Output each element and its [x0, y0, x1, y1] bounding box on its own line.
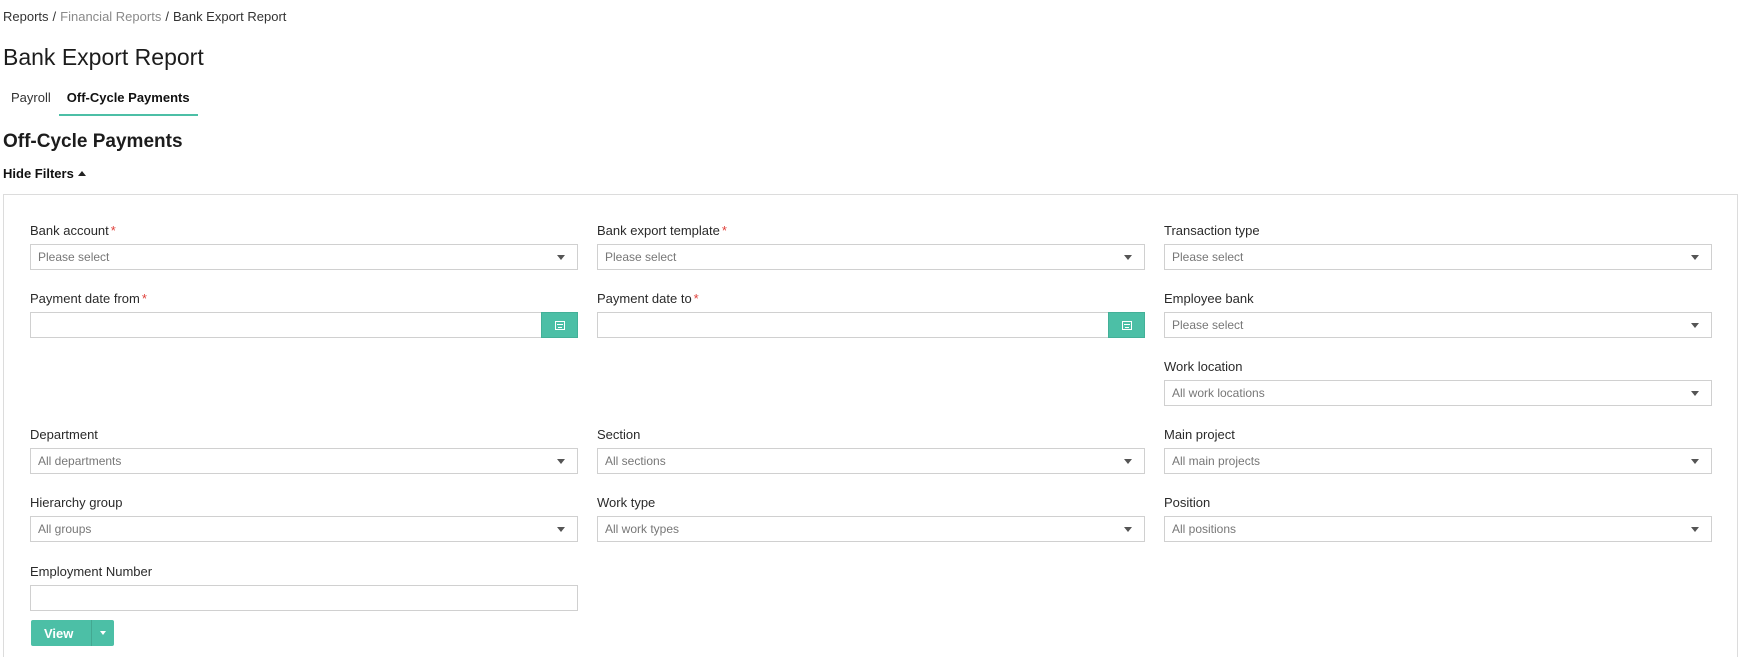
chevron-down-icon — [1691, 254, 1699, 260]
section-label: Section — [597, 427, 641, 442]
tab-payroll[interactable]: Payroll — [3, 86, 59, 116]
position-select[interactable]: All positions — [1164, 516, 1712, 542]
payment-date-to-label: Payment date to * — [597, 291, 699, 306]
section-select[interactable]: All sections — [597, 448, 1145, 474]
chevron-down-icon — [557, 254, 565, 260]
required-marker: * — [721, 223, 727, 238]
required-marker: * — [693, 291, 699, 306]
chevron-down-icon — [1124, 458, 1132, 464]
employee-bank-placeholder: Please select — [1172, 318, 1244, 332]
bank-account-label: Bank account * — [30, 223, 116, 238]
department-label: Department — [30, 427, 98, 442]
chevron-down-icon — [1691, 322, 1699, 328]
hide-filters-toggle[interactable]: Hide Filters — [3, 166, 86, 181]
transaction-type-select[interactable]: Please select — [1164, 244, 1712, 270]
hierarchy-group-label: Hierarchy group — [30, 495, 123, 510]
calendar-icon — [1121, 320, 1132, 330]
filter-panel: Bank account * Please select Bank export … — [3, 194, 1738, 657]
bank-export-template-label-text: Bank export template — [597, 223, 720, 238]
bank-account-label-text: Bank account — [30, 223, 109, 238]
bank-account-placeholder: Please select — [38, 250, 110, 264]
breadcrumb: Reports / Financial Reports / Bank Export Re… — [3, 9, 286, 24]
chevron-down-icon — [1691, 390, 1699, 396]
hierarchy-group-select[interactable]: All groups — [30, 516, 578, 542]
main-project-placeholder: All main projects — [1172, 454, 1261, 468]
employee-bank-label: Employee bank — [1164, 291, 1254, 306]
bank-export-template-placeholder: Please select — [605, 250, 677, 264]
breadcrumb-item-reports[interactable]: Reports — [3, 9, 49, 24]
section-placeholder: All sections — [605, 454, 666, 468]
page-title: Bank Export Report — [3, 44, 204, 70]
payment-date-from-calendar-button[interactable] — [541, 312, 578, 338]
payment-date-from-label: Payment date from * — [30, 291, 147, 306]
work-type-label: Work type — [597, 495, 656, 510]
tab-off-cycle-payments[interactable]: Off-Cycle Payments — [58, 86, 198, 116]
breadcrumb-separator: / — [165, 9, 169, 24]
caret-up-icon — [77, 171, 86, 176]
view-split-button: View — [31, 620, 115, 646]
payment-date-from-label-text: Payment date from — [30, 291, 140, 306]
section-title: Off-Cycle Payments — [3, 131, 183, 152]
chevron-down-icon — [1124, 254, 1132, 260]
position-label: Position — [1164, 495, 1211, 510]
required-marker: * — [110, 223, 116, 238]
required-marker: * — [141, 291, 147, 306]
hierarchy-group-placeholder: All groups — [38, 522, 92, 536]
work-type-placeholder: All work types — [605, 522, 680, 536]
chevron-down-icon — [100, 631, 107, 635]
transaction-type-placeholder: Please select — [1172, 250, 1244, 264]
chevron-down-icon — [1691, 458, 1699, 464]
payment-date-to-input[interactable] — [597, 312, 1109, 338]
main-project-label: Main project — [1164, 427, 1235, 442]
work-location-placeholder: All work locations — [1172, 386, 1265, 400]
chevron-down-icon — [1124, 526, 1132, 532]
calendar-icon — [554, 320, 565, 330]
work-location-select[interactable]: All work locations — [1164, 380, 1712, 406]
position-placeholder: All positions — [1172, 522, 1237, 536]
breadcrumb-item-financial-reports[interactable]: Financial Reports — [60, 9, 161, 24]
view-button[interactable]: View — [31, 620, 93, 646]
transaction-type-label: Transaction type — [1164, 223, 1260, 238]
payment-date-from-input[interactable] — [30, 312, 542, 338]
view-options-dropdown[interactable] — [92, 620, 114, 646]
breadcrumb-separator: / — [52, 9, 57, 24]
main-project-select[interactable]: All main projects — [1164, 448, 1712, 474]
payment-date-to-calendar-button[interactable] — [1108, 312, 1145, 338]
report-tabs: Payroll Off-Cycle Payments — [3, 86, 198, 116]
employment-number-label: Employment Number — [30, 564, 153, 579]
breadcrumb-item-current: Bank Export Report — [172, 9, 287, 24]
employee-bank-select[interactable]: Please select — [1164, 312, 1712, 338]
employment-number-input[interactable] — [30, 585, 578, 611]
chevron-down-icon — [557, 526, 565, 532]
work-type-select[interactable]: All work types — [597, 516, 1145, 542]
bank-export-template-label: Bank export template * — [597, 223, 727, 238]
department-placeholder: All departments — [38, 454, 122, 468]
chevron-down-icon — [557, 458, 565, 464]
chevron-down-icon — [1691, 526, 1699, 532]
work-location-label: Work location — [1164, 359, 1243, 374]
bank-export-template-select[interactable]: Please select — [597, 244, 1145, 270]
bank-account-select[interactable]: Please select — [30, 244, 578, 270]
department-select[interactable]: All departments — [30, 448, 578, 474]
hide-filters-label: Hide Filters — [3, 166, 74, 181]
payment-date-to-label-text: Payment date to — [597, 291, 692, 306]
